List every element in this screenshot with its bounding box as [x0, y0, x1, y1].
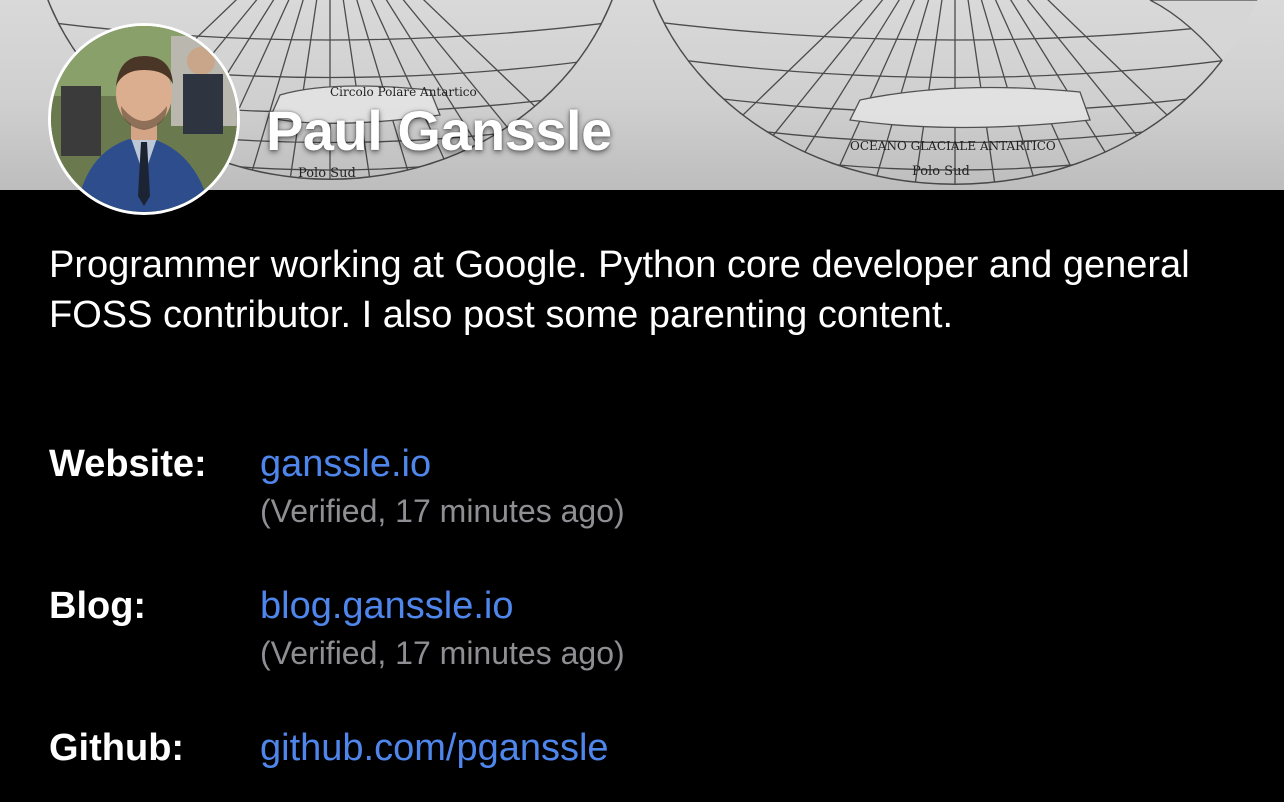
verified-status: (Verified, 17 minutes ago) — [260, 635, 625, 671]
field-label: Github: — [49, 727, 185, 769]
map-label: OCEANO GLACIALE ANTARTICO — [850, 139, 1056, 153]
profile-photo — [51, 26, 237, 212]
verified-status: (Verified, 17 minutes ago) — [260, 493, 625, 529]
profile-bio: Programmer working at Google. Python cor… — [49, 244, 1190, 336]
blog-link[interactable]: blog.ganssle.io — [260, 585, 514, 628]
github-link[interactable]: github.com/pganssle — [260, 727, 609, 770]
avatar[interactable] — [48, 23, 240, 215]
display-name: Paul Ganssle — [266, 99, 612, 162]
map-label: Circolo Polare Antartico — [330, 85, 477, 99]
map-label: Polo Sud — [912, 164, 970, 179]
profile-page: Polo Sud Polo Sud Circolo Polare Antarti… — [0, 0, 1284, 802]
website-link[interactable]: ganssle.io — [260, 443, 431, 486]
map-label: Polo Sud — [298, 166, 356, 181]
field-label: Website: — [49, 443, 207, 485]
field-label: Blog: — [49, 585, 147, 627]
